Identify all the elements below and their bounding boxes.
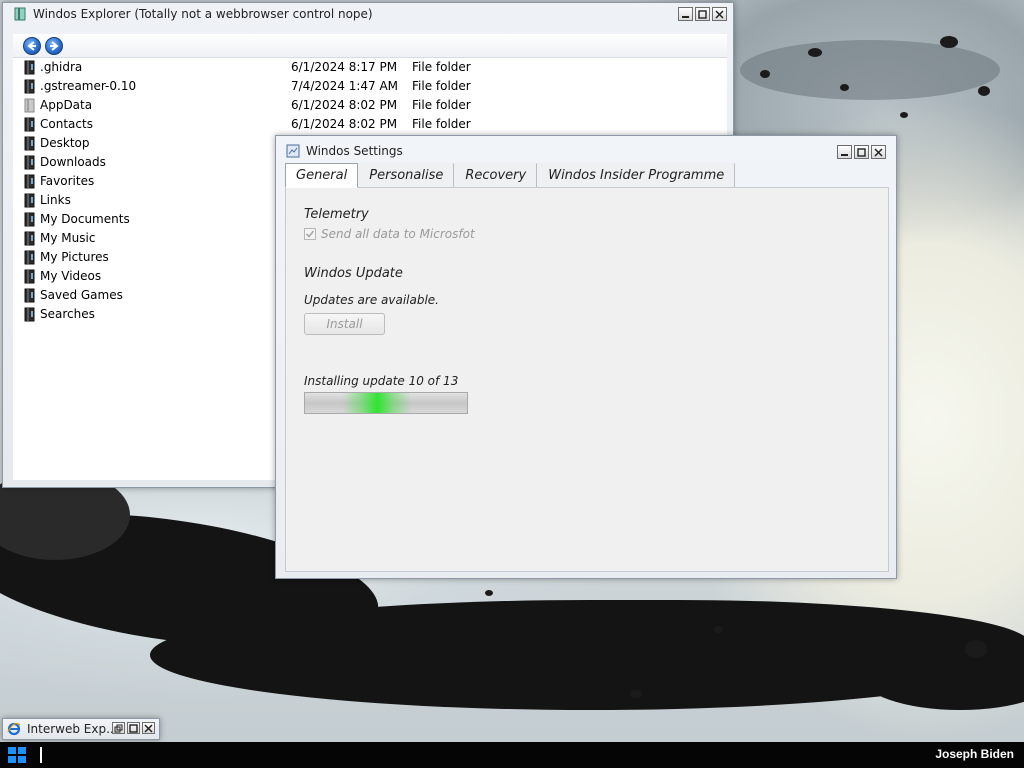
maximize-button[interactable] [695, 7, 710, 21]
saved-games-folder-icon [24, 288, 36, 303]
back-button[interactable] [23, 36, 41, 55]
file-name: My Documents [40, 212, 130, 226]
navigation-bar [13, 34, 727, 58]
file-row[interactable]: Contacts 6/1/2024 8:02 PM File folder [13, 115, 727, 134]
close-button[interactable] [712, 7, 727, 21]
interweb-explorer-minimized-window[interactable]: Interweb Exp... [2, 718, 160, 740]
file-type: File folder [412, 98, 471, 112]
desktop-folder-icon [24, 136, 36, 151]
pictures-folder-icon [24, 250, 36, 265]
file-name: Searches [40, 307, 95, 321]
favorites-folder-icon [24, 174, 36, 189]
file-name: .ghidra [40, 60, 83, 74]
progress-fill [305, 393, 430, 413]
close-icon [874, 147, 883, 157]
videos-folder-icon [24, 269, 36, 284]
settings-titlebar[interactable]: Windos Settings [276, 136, 896, 166]
taskbar: Joseph Biden [0, 742, 1024, 768]
file-name: Downloads [40, 155, 106, 169]
folder-dark-icon [24, 60, 36, 75]
file-name: AppData [40, 98, 93, 112]
user-name[interactable]: Joseph Biden [935, 747, 1014, 761]
telemetry-checkbox[interactable] [304, 228, 316, 240]
contacts-folder-icon [24, 117, 36, 132]
update-progress-bar [304, 392, 468, 414]
start-button[interactable] [2, 744, 32, 766]
file-name: Desktop [40, 136, 90, 150]
file-type: File folder [412, 79, 471, 93]
settings-title: Windos Settings [306, 144, 403, 158]
checkmark-icon [305, 230, 315, 238]
file-name: Favorites [40, 174, 95, 188]
telemetry-checkbox-row: Send all data to Microsfot [304, 227, 475, 241]
minimize-icon [682, 15, 689, 18]
maximize-icon [129, 723, 138, 733]
file-date-modified: 7/4/2024 1:47 AM [291, 79, 399, 93]
maximize-button[interactable] [127, 722, 140, 734]
windows-logo-icon [8, 747, 26, 763]
settings-tabs: General Personalise Recovery Windos Insi… [285, 163, 736, 188]
restore-button[interactable] [112, 722, 125, 734]
maximize-icon [857, 147, 866, 157]
update-status: Updates are available. [304, 293, 439, 307]
tab-personalise[interactable]: Personalise [358, 163, 455, 188]
searches-folder-icon [24, 307, 36, 322]
settings-window[interactable]: Windos Settings General Personalise Reco… [275, 135, 897, 579]
ie-title: Interweb Exp... [27, 722, 118, 736]
maximize-button[interactable] [854, 145, 869, 159]
documents-folder-icon [24, 212, 36, 227]
update-heading: Windos Update [304, 266, 403, 281]
folder-dark-icon [24, 79, 36, 94]
file-name: .gstreamer-0.10 [40, 79, 137, 93]
tab-general[interactable]: General [285, 163, 359, 188]
close-icon [144, 723, 153, 733]
forward-button[interactable] [45, 36, 63, 55]
explorer-window-icon [13, 7, 27, 21]
file-date-modified: 6/1/2024 8:17 PM [291, 60, 398, 74]
internet-explorer-icon [7, 722, 21, 736]
file-name: My Pictures [40, 250, 109, 264]
file-row[interactable]: AppData 6/1/2024 8:02 PM File folder [13, 96, 727, 115]
links-folder-icon [24, 193, 36, 208]
minimize-button[interactable] [837, 145, 852, 159]
settings-window-icon [286, 144, 300, 158]
file-name: Links [40, 193, 71, 207]
minimize-button[interactable] [678, 7, 693, 21]
explorer-titlebar[interactable]: Windos Explorer (Totally not a webbrowse… [3, 3, 733, 25]
file-name: Saved Games [40, 288, 123, 302]
telemetry-checkbox-label: Send all data to Microsfot [321, 227, 475, 241]
install-button[interactable]: Install [304, 313, 385, 335]
explorer-title: Windos Explorer (Totally not a webbrowse… [33, 7, 373, 21]
music-folder-icon [24, 231, 36, 246]
file-name: My Music [40, 231, 96, 245]
downloads-folder-icon [24, 155, 36, 170]
taskbar-caret [40, 747, 42, 763]
folder-light-icon [24, 98, 36, 113]
file-row[interactable]: .gstreamer-0.10 7/4/2024 1:47 AM File fold… [13, 77, 727, 96]
general-tab-panel: Telemetry Send all data to Microsfot Win… [285, 187, 889, 572]
close-button[interactable] [142, 722, 155, 734]
telemetry-heading: Telemetry [304, 207, 369, 222]
minimize-icon [841, 153, 848, 156]
file-type: File folder [412, 60, 471, 74]
back-arrow-icon [27, 40, 36, 51]
forward-arrow-icon [50, 40, 59, 51]
close-button[interactable] [871, 145, 886, 159]
tab-recovery[interactable]: Recovery [454, 163, 538, 188]
file-name: Contacts [40, 117, 93, 131]
close-icon [715, 9, 724, 19]
tab-windos-insider-programme[interactable]: Windos Insider Programme [537, 163, 736, 188]
ie-titlebar[interactable]: Interweb Exp... [3, 719, 159, 739]
restore-icon [114, 724, 123, 732]
file-name: My Videos [40, 269, 102, 283]
progress-label: Installing update 10 of 13 [304, 374, 459, 388]
file-date-modified: 6/1/2024 8:02 PM [291, 117, 398, 131]
file-row[interactable]: .ghidra 6/1/2024 8:17 PM File folder [13, 58, 727, 77]
maximize-icon [698, 9, 707, 19]
file-type: File folder [412, 117, 471, 131]
file-date-modified: 6/1/2024 8:02 PM [291, 98, 398, 112]
